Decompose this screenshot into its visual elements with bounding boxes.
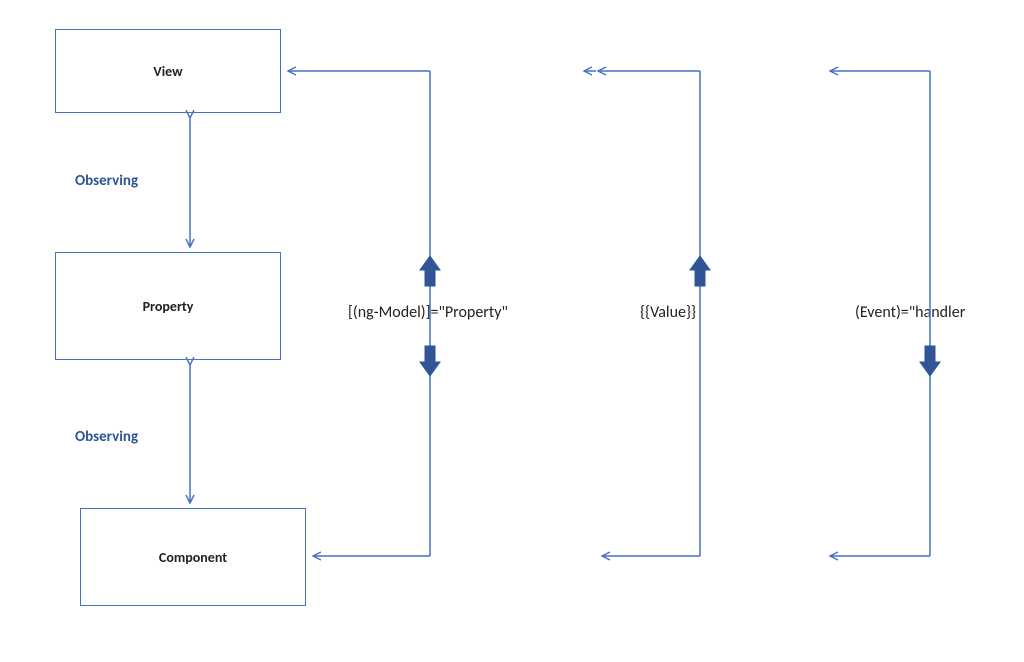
box-property: Property (55, 252, 281, 360)
label-event: (Event)="handler (855, 303, 965, 322)
label-ngmodel: [(ng-Model)]="Property" (348, 303, 508, 322)
box-component-label: Component (159, 549, 227, 566)
label-observing-1: Observing (75, 172, 138, 190)
block-arrow-up-icon (690, 256, 710, 286)
block-arrow-down-icon (920, 346, 940, 376)
label-value: {{Value}} (640, 303, 696, 322)
box-view: View (55, 29, 281, 113)
block-arrow-up-icon (420, 256, 440, 286)
block-arrow-down-icon (420, 346, 440, 376)
box-view-label: View (153, 63, 182, 80)
box-component: Component (80, 508, 306, 606)
box-property-label: Property (143, 298, 194, 315)
diagram-canvas: View Property Component Observing Observ… (0, 0, 1024, 662)
label-observing-2: Observing (75, 428, 138, 446)
